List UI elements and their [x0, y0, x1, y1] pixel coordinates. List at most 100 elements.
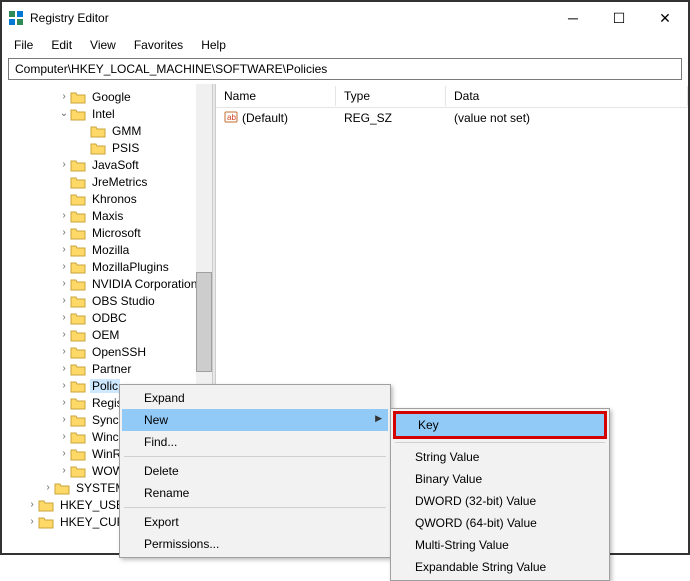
minimize-button[interactable]: ─: [550, 2, 596, 34]
window-title: Registry Editor: [30, 11, 550, 25]
separator: [395, 442, 605, 443]
context-submenu-new: Key String Value Binary Value DWORD (32-…: [390, 408, 610, 581]
expand-toggle[interactable]: ›: [58, 244, 70, 255]
expand-toggle[interactable]: ›: [58, 346, 70, 357]
folder-icon: [70, 413, 86, 427]
submenu-qword[interactable]: QWORD (64-bit) Value: [393, 512, 607, 534]
expand-toggle[interactable]: ›: [58, 414, 70, 425]
folder-icon: [70, 328, 86, 342]
folder-icon: [90, 124, 106, 138]
ctx-export[interactable]: Export: [122, 511, 388, 533]
folder-icon: [70, 243, 86, 257]
tree-item-maxis[interactable]: ›Maxis: [2, 207, 212, 224]
submenu-multistring[interactable]: Multi-String Value: [393, 534, 607, 556]
tree-item-odbc[interactable]: ›ODBC: [2, 309, 212, 326]
list-header: Name Type Data: [216, 84, 688, 108]
menu-edit[interactable]: Edit: [43, 36, 80, 54]
ctx-new[interactable]: New: [122, 409, 388, 431]
string-value-icon: ab: [224, 110, 238, 127]
folder-icon: [70, 192, 86, 206]
value-type: REG_SZ: [336, 109, 446, 127]
submenu-string[interactable]: String Value: [393, 446, 607, 468]
folder-icon: [70, 396, 86, 410]
folder-icon: [70, 294, 86, 308]
tree-scrollbar-thumb[interactable]: [196, 272, 212, 372]
folder-icon: [70, 158, 86, 172]
expand-toggle[interactable]: ›: [58, 295, 70, 306]
folder-icon: [70, 430, 86, 444]
address-bar[interactable]: Computer\HKEY_LOCAL_MACHINE\SOFTWARE\Pol…: [8, 58, 682, 80]
expand-toggle[interactable]: ›: [26, 516, 38, 527]
tree-item-psis[interactable]: PSIS: [2, 139, 212, 156]
value-data: (value not set): [446, 109, 688, 127]
expand-toggle[interactable]: ›: [58, 227, 70, 238]
folder-icon: [90, 141, 106, 155]
expand-toggle[interactable]: ›: [58, 261, 70, 272]
expand-toggle[interactable]: ›: [58, 363, 70, 374]
column-name[interactable]: Name: [216, 86, 336, 106]
tree-item-microsoft[interactable]: ›Microsoft: [2, 224, 212, 241]
close-button[interactable]: ✕: [642, 2, 688, 34]
folder-icon: [70, 345, 86, 359]
expand-toggle[interactable]: ›: [58, 210, 70, 221]
expand-toggle[interactable]: ›: [58, 278, 70, 289]
tree-item-mozillaplugins[interactable]: ›MozillaPlugins: [2, 258, 212, 275]
expand-toggle[interactable]: ›: [58, 448, 70, 459]
menu-help[interactable]: Help: [193, 36, 234, 54]
expand-toggle[interactable]: ⌄: [58, 108, 70, 119]
value-name: (Default): [242, 111, 288, 125]
expand-toggle[interactable]: ›: [58, 159, 70, 170]
folder-icon: [70, 107, 86, 121]
ctx-rename[interactable]: Rename: [122, 482, 388, 504]
tree-item-oem[interactable]: ›OEM: [2, 326, 212, 343]
tree-item-openssh[interactable]: ›OpenSSH: [2, 343, 212, 360]
tree-item-obs[interactable]: ›OBS Studio: [2, 292, 212, 309]
tree-item-gmm[interactable]: GMM: [2, 122, 212, 139]
folder-icon: [70, 277, 86, 291]
maximize-button[interactable]: ☐: [596, 2, 642, 34]
menu-favorites[interactable]: Favorites: [126, 36, 191, 54]
folder-icon: [70, 226, 86, 240]
svg-text:ab: ab: [227, 113, 236, 122]
tree-item-intel[interactable]: ⌄Intel: [2, 105, 212, 122]
expand-toggle[interactable]: ›: [58, 465, 70, 476]
submenu-dword[interactable]: DWORD (32-bit) Value: [393, 490, 607, 512]
separator: [124, 456, 386, 457]
submenu-expandable[interactable]: Expandable String Value: [393, 556, 607, 578]
menu-view[interactable]: View: [82, 36, 124, 54]
folder-icon: [70, 209, 86, 223]
tree-item-khronos[interactable]: Khronos: [2, 190, 212, 207]
folder-icon: [70, 90, 86, 104]
ctx-permissions[interactable]: Permissions...: [122, 533, 388, 555]
expand-toggle[interactable]: ›: [58, 312, 70, 323]
ctx-find[interactable]: Find...: [122, 431, 388, 453]
folder-icon: [38, 498, 54, 512]
expand-toggle[interactable]: ›: [58, 397, 70, 408]
tree-item-nvidia[interactable]: ›NVIDIA Corporation: [2, 275, 212, 292]
expand-toggle[interactable]: ›: [58, 431, 70, 442]
expand-toggle[interactable]: ›: [58, 91, 70, 102]
menu-file[interactable]: File: [6, 36, 41, 54]
ctx-delete[interactable]: Delete: [122, 460, 388, 482]
folder-icon: [70, 464, 86, 478]
expand-toggle[interactable]: ›: [58, 380, 70, 391]
app-icon: [8, 10, 24, 26]
expand-toggle[interactable]: ›: [42, 482, 54, 493]
column-type[interactable]: Type: [336, 86, 446, 106]
expand-toggle[interactable]: ›: [26, 499, 38, 510]
list-row[interactable]: ab (Default) REG_SZ (value not set): [216, 108, 688, 128]
column-data[interactable]: Data: [446, 86, 688, 106]
expand-toggle[interactable]: ›: [58, 329, 70, 340]
ctx-expand[interactable]: Expand: [122, 387, 388, 409]
folder-icon: [54, 481, 70, 495]
folder-icon: [70, 260, 86, 274]
tree-item-mozilla[interactable]: ›Mozilla: [2, 241, 212, 258]
tree-item-google[interactable]: ›Google: [2, 88, 212, 105]
tree-item-javasoft[interactable]: ›JavaSoft: [2, 156, 212, 173]
submenu-binary[interactable]: Binary Value: [393, 468, 607, 490]
tree-item-jremetrics[interactable]: JreMetrics: [2, 173, 212, 190]
tree-item-partner[interactable]: ›Partner: [2, 360, 212, 377]
submenu-key[interactable]: Key: [393, 411, 607, 439]
folder-icon: [70, 379, 86, 393]
context-menu: Expand New Find... Delete Rename Export …: [119, 384, 391, 558]
